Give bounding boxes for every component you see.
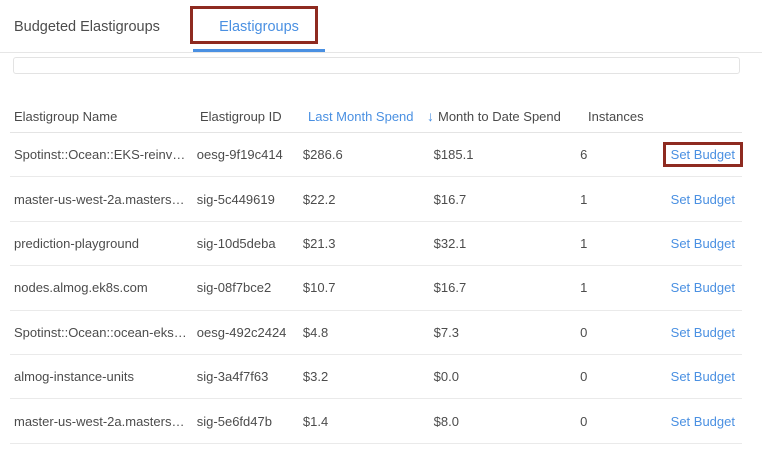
cell-last-month-spend: $3.2 <box>303 369 431 384</box>
cell-last-month-spend: $22.2 <box>303 192 431 207</box>
cell-action: Set Budget <box>663 142 742 167</box>
cell-instances: 0 <box>578 414 663 429</box>
cell-last-month-spend: $4.8 <box>303 325 431 340</box>
set-budget-link[interactable]: Set Budget <box>671 147 735 162</box>
cell-instances: 0 <box>578 369 663 384</box>
cell-last-month-spend: $10.7 <box>303 280 431 295</box>
set-budget-link[interactable]: Set Budget <box>671 325 735 340</box>
set-budget-link[interactable]: Set Budget <box>671 369 735 384</box>
annotation-box-set-budget: Set Budget <box>663 142 743 167</box>
table-row: master-us-west-2a.masters… sig-5e6fd47b … <box>10 399 742 443</box>
column-header-month-to-date-spend[interactable]: Month to Date Spend <box>438 109 588 124</box>
cell-instances: 1 <box>578 280 663 295</box>
cell-last-month-spend: $1.4 <box>303 414 431 429</box>
budget-elastigroups-panel: Budgeted Elastigroups Elastigroups Elast… <box>0 0 768 457</box>
set-budget-link[interactable]: Set Budget <box>671 236 735 251</box>
table-row: nodes.almog.ek8s.com sig-08f7bce2 $10.7 … <box>10 266 742 310</box>
table-row: master-us-west-2a.masters… sig-5c449619 … <box>10 177 742 221</box>
cell-month-to-date-spend: $16.7 <box>431 192 578 207</box>
cell-instances: 6 <box>578 147 663 162</box>
cell-month-to-date-spend: $16.7 <box>431 280 578 295</box>
table-row: almog-instance-units sig-3a4f7f63 $3.2 $… <box>10 355 742 399</box>
cell-elastigroup-id: oesg-492c2424 <box>197 325 303 340</box>
cell-instances: 1 <box>578 236 663 251</box>
table-header-row: Elastigroup Name Elastigroup ID Last Mon… <box>10 100 742 133</box>
cell-month-to-date-spend: $32.1 <box>431 236 578 251</box>
column-header-elastigroup-name[interactable]: Elastigroup Name <box>10 109 200 124</box>
table-body: Spotinst::Ocean::EKS-reinv… oesg-9f19c41… <box>10 133 742 444</box>
set-budget-annotation-wrap: Set Budget <box>663 187 743 212</box>
table-row: Spotinst::Ocean::ocean-eks… oesg-492c242… <box>10 311 742 355</box>
cell-elastigroup-name: master-us-west-2a.masters… <box>10 192 197 207</box>
cell-instances: 0 <box>578 325 663 340</box>
set-budget-link[interactable]: Set Budget <box>671 280 735 295</box>
table-row: prediction-playground sig-10d5deba $21.3… <box>10 222 742 266</box>
cell-action: Set Budget <box>663 231 742 256</box>
table-row: Spotinst::Ocean::EKS-reinv… oesg-9f19c41… <box>10 133 742 177</box>
cell-elastigroup-name: Spotinst::Ocean::ocean-eks… <box>10 325 197 340</box>
cell-month-to-date-spend: $8.0 <box>431 414 578 429</box>
cell-elastigroup-id: sig-3a4f7f63 <box>197 369 303 384</box>
column-header-instances[interactable]: Instances <box>588 109 674 124</box>
cell-month-to-date-spend: $7.3 <box>431 325 578 340</box>
cell-instances: 1 <box>578 192 663 207</box>
cell-last-month-spend: $286.6 <box>303 147 431 162</box>
cell-action: Set Budget <box>663 409 742 434</box>
cell-elastigroup-id: sig-5e6fd47b <box>197 414 303 429</box>
tabbar-divider <box>0 52 762 53</box>
cell-month-to-date-spend: $185.1 <box>431 147 578 162</box>
cell-elastigroup-id: sig-10d5deba <box>197 236 303 251</box>
set-budget-annotation-wrap: Set Budget <box>663 364 743 389</box>
set-budget-link[interactable]: Set Budget <box>671 414 735 429</box>
tab-elastigroups[interactable]: Elastigroups <box>193 0 325 52</box>
cell-action: Set Budget <box>663 320 742 345</box>
set-budget-annotation-wrap: Set Budget <box>663 231 743 256</box>
column-header-elastigroup-id[interactable]: Elastigroup ID <box>200 109 308 124</box>
cell-elastigroup-name: nodes.almog.ek8s.com <box>10 280 197 295</box>
sort-desc-icon: ↓ <box>427 109 434 123</box>
set-budget-annotation-wrap: Set Budget <box>663 275 743 300</box>
set-budget-link[interactable]: Set Budget <box>671 192 735 207</box>
cell-elastigroup-name: almog-instance-units <box>10 369 197 384</box>
filter-input[interactable] <box>13 57 740 74</box>
cell-action: Set Budget <box>663 364 742 389</box>
column-header-last-month-spend[interactable]: Last Month Spend ↓ <box>308 109 438 124</box>
set-budget-annotation-wrap: Set Budget <box>663 409 743 434</box>
cell-month-to-date-spend: $0.0 <box>431 369 578 384</box>
cell-last-month-spend: $21.3 <box>303 236 431 251</box>
cell-elastigroup-id: sig-08f7bce2 <box>197 280 303 295</box>
set-budget-annotation-wrap: Set Budget <box>663 320 743 345</box>
cell-action: Set Budget <box>663 275 742 300</box>
cell-elastigroup-name: prediction-playground <box>10 236 197 251</box>
cell-elastigroup-id: oesg-9f19c414 <box>197 147 303 162</box>
tab-budgeted-elastigroups[interactable]: Budgeted Elastigroups <box>14 0 160 52</box>
cell-elastigroup-name: master-us-west-2a.masters… <box>10 414 197 429</box>
cell-elastigroup-id: sig-5c449619 <box>197 192 303 207</box>
cell-elastigroup-name: Spotinst::Ocean::EKS-reinv… <box>10 147 197 162</box>
cell-action: Set Budget <box>663 187 742 212</box>
column-header-last-month-spend-label: Last Month Spend <box>308 109 414 124</box>
